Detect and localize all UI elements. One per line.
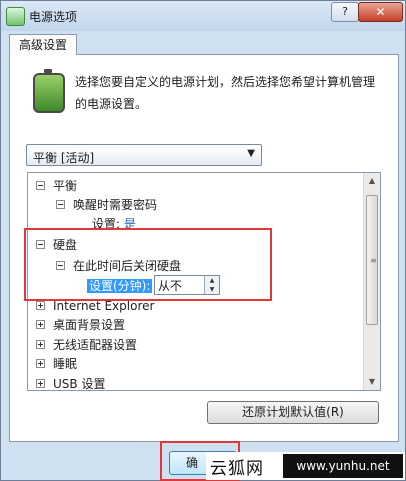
title-bar: 电源选项 ? ✕ (1, 1, 405, 31)
tree-item-hard-disk[interactable]: 硬盘 (36, 236, 77, 254)
tree-item-internet-explorer[interactable]: Internet Explorer (36, 297, 154, 315)
window-title: 电源选项 (29, 10, 78, 24)
setting-value-link[interactable]: 是 (124, 217, 136, 231)
collapse-icon[interactable] (36, 181, 45, 190)
tree-item-label: 桌面背景设置 (53, 318, 126, 332)
tree-item-label: Internet Explorer (53, 299, 155, 313)
scroll-up-icon[interactable]: ▲ (364, 173, 380, 189)
intro-text: 选择您要自定义的电源计划，然后选择您希望计算机管理的电源设置。 (75, 75, 376, 111)
collapse-icon[interactable] (56, 261, 65, 270)
tree-item-label: 唤醒时需要密码 (73, 198, 158, 212)
tree-item-sleep[interactable]: 睡眠 (36, 355, 77, 373)
tree-item-label: 硬盘 (53, 238, 78, 252)
watermark: 云狐网 www.yunhu.net (206, 452, 405, 480)
power-plan-select[interactable]: 平衡 [活动] ▼ (26, 144, 262, 166)
restore-defaults-button[interactable]: 还原计划默认值(R) (207, 401, 379, 424)
tree-item-desktop-background[interactable]: 桌面背景设置 (36, 316, 125, 334)
tree-item-disk-minutes-setting[interactable]: 设置(分钟): (87, 277, 153, 295)
close-button[interactable]: ✕ (358, 2, 403, 22)
minutes-stepper[interactable]: 从不 ▲ ▼ (154, 275, 220, 295)
power-plan-value: 平衡 [活动] (33, 151, 95, 165)
power-options-dialog: 电源选项 ? ✕ 高级设置 选择您要自定义的电源计划，然后选择您希望计算机管理的… (0, 0, 406, 481)
tree-item-balanced[interactable]: 平衡 (36, 177, 77, 195)
tree-item-wake-password[interactable]: 唤醒时需要密码 (56, 196, 157, 214)
collapse-icon[interactable] (56, 200, 65, 209)
tab-advanced-settings[interactable]: 高级设置 (9, 34, 77, 55)
expand-icon[interactable] (36, 379, 45, 388)
battery-icon (33, 69, 65, 113)
tree-item-turn-off-disk-after[interactable]: 在此时间后关闭硬盘 (56, 257, 181, 275)
watermark-site-name: 云狐网 (210, 459, 264, 479)
scrollbar-thumb[interactable]: ≡ (366, 195, 378, 325)
tree-item-label: 在此时间后关闭硬盘 (73, 259, 182, 273)
setting-label-selected: 设置(分钟): (87, 279, 153, 293)
help-button[interactable]: ? (331, 2, 359, 22)
expand-icon[interactable] (36, 320, 45, 329)
expand-icon[interactable] (36, 359, 45, 368)
power-options-icon (6, 7, 25, 26)
tree-item-wireless-adapter[interactable]: 无线适配器设置 (36, 336, 137, 354)
scroll-down-icon[interactable]: ▼ (364, 374, 380, 390)
tree-item-label: USB 设置 (53, 377, 106, 391)
tree-item-label: 无线适配器设置 (53, 338, 138, 352)
collapse-icon[interactable] (36, 240, 45, 249)
minutes-stepper-value[interactable]: 从不 (158, 277, 182, 294)
grip-icon: ≡ (370, 256, 377, 265)
tree-scrollbar[interactable]: ▲ ≡ ▼ (363, 173, 380, 390)
tree-item-wake-password-setting[interactable]: 设置: 是 (92, 215, 136, 233)
tree-item-label: 平衡 (53, 179, 78, 193)
watermark-url: www.yunhu.net (283, 454, 403, 478)
tree-item-label: 睡眠 (53, 357, 78, 371)
setting-label: 设置: (92, 217, 121, 231)
tree-item-usb-settings[interactable]: USB 设置 (36, 375, 105, 393)
stepper-down-icon[interactable]: ▼ (204, 285, 219, 294)
expand-icon[interactable] (36, 301, 45, 310)
chevron-down-icon: ▼ (247, 148, 255, 159)
expand-icon[interactable] (36, 340, 45, 349)
